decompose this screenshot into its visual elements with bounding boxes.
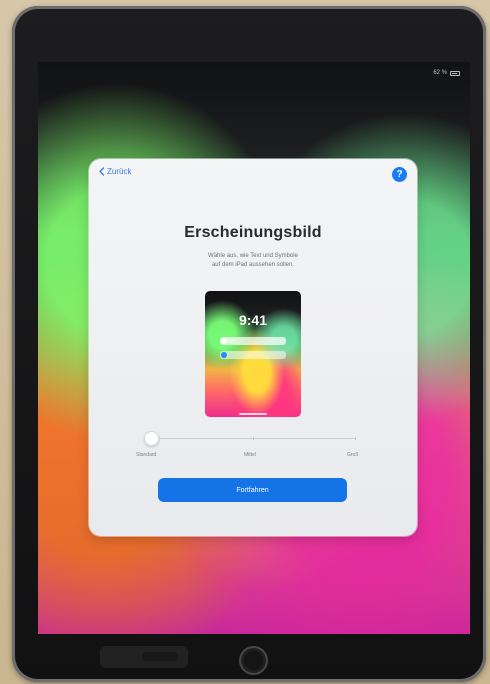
preview-time: 9:41 — [238, 312, 268, 328]
slider-label-large: Groß — [347, 452, 359, 458]
help-button[interactable]: ? — [392, 167, 407, 182]
page-subtitle: Wähle aus, wie Text und Symbole auf dem … — [208, 253, 298, 268]
chevron-left-icon — [99, 167, 105, 176]
preview-widget-primary — [220, 337, 286, 345]
appearance-dialog: Zurück ? Erscheinungsbild Wähle aus, wie… — [89, 159, 417, 536]
preview-widget-secondary — [220, 351, 286, 359]
continue-button[interactable]: Fortfahren — [158, 478, 347, 502]
battery-icon — [450, 70, 460, 76]
slider-tick-large — [355, 437, 356, 440]
back-label: Zurück — [107, 167, 132, 176]
display-preview: 9:41 — [205, 291, 301, 417]
battery-percentage: 62 % — [433, 70, 447, 76]
slider-tick-medium — [253, 437, 254, 440]
text-size-slider-track[interactable] — [152, 437, 356, 440]
text-size-slider-thumb[interactable] — [144, 431, 159, 446]
slider-label-medium: Mittel — [244, 452, 256, 458]
widget-dot-icon — [221, 338, 227, 344]
back-button[interactable]: Zurück — [98, 167, 131, 176]
widget-dot-icon — [221, 352, 227, 358]
slider-label-standard: Standard — [136, 452, 157, 458]
screen-reflection — [100, 646, 188, 668]
preview-home-indicator — [239, 413, 267, 415]
home-button-icon[interactable] — [239, 646, 268, 675]
status-bar: 62 % — [433, 70, 460, 76]
desk-scene: 62 % Zurück ? Erscheinungsbild Wähle aus… — [0, 0, 490, 684]
question-mark-icon: ? — [396, 169, 403, 180]
page-title: Erscheinungsbild — [184, 224, 322, 241]
